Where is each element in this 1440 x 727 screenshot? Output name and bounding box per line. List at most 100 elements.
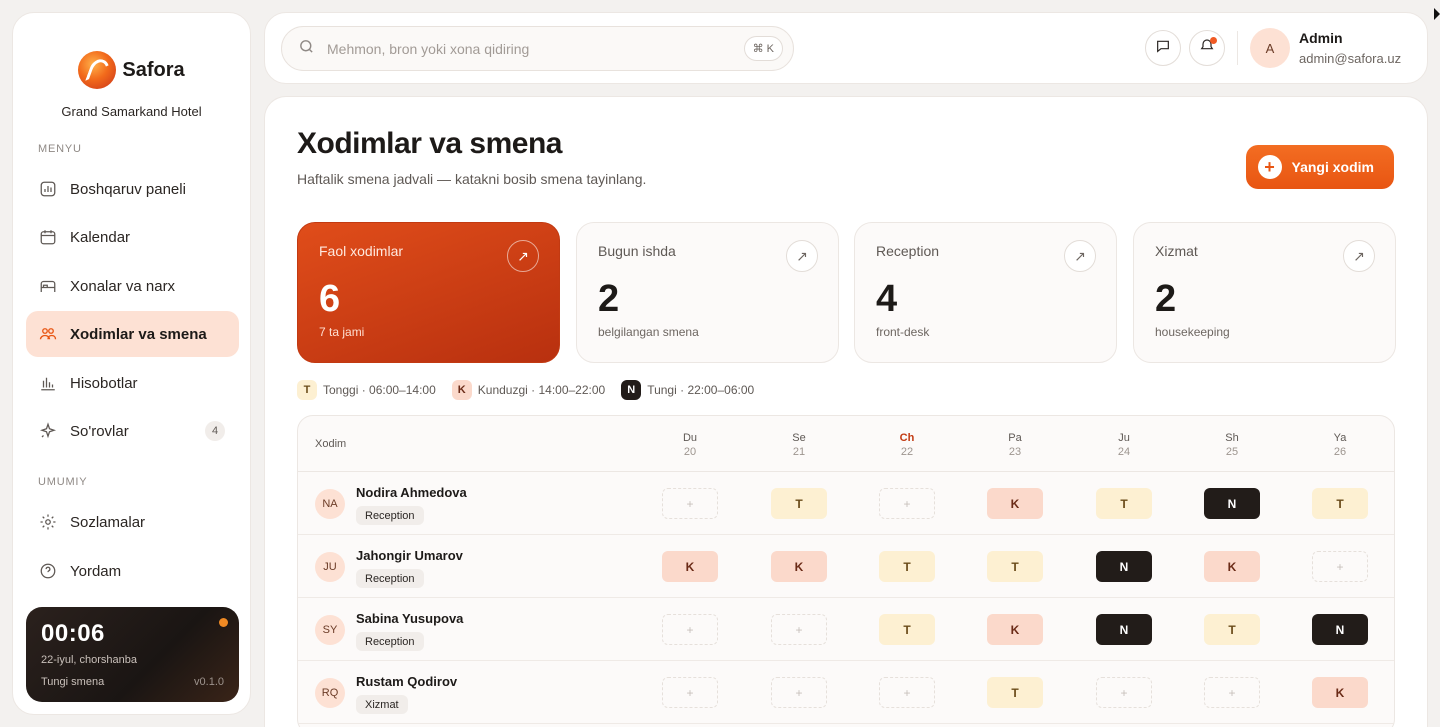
stat-note: housekeeping xyxy=(1155,325,1230,339)
shift-cell[interactable]: T xyxy=(1204,614,1260,645)
arrow-up-right-icon[interactable]: ↗ xyxy=(786,240,818,272)
shift-cell[interactable]: N xyxy=(1096,614,1152,645)
legend-item-morning: T Tonggi · 06:00–14:00 xyxy=(297,380,436,400)
staff-avatar: JU xyxy=(315,552,345,582)
shift-cell[interactable]: T xyxy=(987,551,1043,582)
column-header-day: Ya 26 xyxy=(1312,431,1368,459)
shift-cell[interactable]: T xyxy=(879,551,935,582)
arrow-up-right-icon[interactable]: ↗ xyxy=(507,240,539,272)
topbar: ⌘ K A Admin admin@safora.uz xyxy=(264,12,1428,84)
staff-avatar: RQ xyxy=(315,678,345,708)
stat-label: Xizmat xyxy=(1155,243,1198,259)
shift-cell[interactable]: K xyxy=(662,551,718,582)
staff-role-badge: Reception xyxy=(356,569,424,588)
shift-cell[interactable]: + xyxy=(771,614,827,645)
day-name: Se xyxy=(792,432,806,444)
shift-cell[interactable]: T xyxy=(987,677,1043,708)
shift-cell[interactable]: K xyxy=(1312,677,1368,708)
staff-avatar: NA xyxy=(315,489,345,519)
shift-cell[interactable]: T xyxy=(771,488,827,519)
sidebar: Safora Grand Samarkand Hotel MENYU Boshq… xyxy=(12,12,251,715)
notifications-button[interactable] xyxy=(1189,30,1225,66)
shift-legend: T Tonggi · 06:00–14:00 K Kunduzgi · 14:0… xyxy=(297,380,754,400)
clock-date: 22-iyul, chorshanba xyxy=(41,654,138,666)
shift-cell[interactable]: + xyxy=(879,488,935,519)
sidebar-item-staff[interactable]: Xodimlar va smena xyxy=(26,311,239,357)
legend-item-night: N Tungi · 22:00–06:00 xyxy=(621,380,754,400)
staff-name[interactable]: Rustam Qodirov xyxy=(356,674,457,689)
stat-note: belgilangan smena xyxy=(598,325,699,339)
shift-cell[interactable]: K xyxy=(1204,551,1260,582)
day-date: 22 xyxy=(900,446,914,458)
shift-cell[interactable]: T xyxy=(1312,488,1368,519)
table-row: RQ Rustam Qodirov Xizmat + + + T + + K xyxy=(298,661,1394,724)
sidebar-item-requests[interactable]: So'rovlar 4 xyxy=(26,408,239,454)
sidebar-item-help[interactable]: Yordam xyxy=(26,548,239,594)
user-avatar[interactable]: A xyxy=(1250,28,1290,68)
column-header-day: Sh 25 xyxy=(1204,431,1260,459)
day-name: Sh xyxy=(1225,432,1239,444)
brand[interactable]: Safora xyxy=(13,51,250,89)
general-section-label: UMUMIY xyxy=(38,476,88,488)
shift-cell[interactable]: + xyxy=(879,677,935,708)
sidebar-item-settings[interactable]: Sozlamalar xyxy=(26,499,239,545)
shift-cell[interactable]: + xyxy=(662,488,718,519)
safora-logo-icon xyxy=(78,51,117,89)
legend-chip: K xyxy=(451,380,472,400)
sidebar-item-calendar[interactable]: Kalendar xyxy=(26,214,239,260)
shift-cell[interactable]: T xyxy=(879,614,935,645)
shift-cell[interactable]: K xyxy=(771,551,827,582)
shift-cell[interactable]: + xyxy=(1312,551,1368,582)
add-staff-button[interactable]: + Yangi xodim xyxy=(1245,145,1394,189)
day-date: 21 xyxy=(792,446,806,458)
shift-cell[interactable]: T xyxy=(1096,488,1152,519)
arrow-up-right-icon[interactable]: ↗ xyxy=(1343,240,1375,272)
sidebar-item-label: Boshqaruv paneli xyxy=(70,180,186,198)
shift-cell[interactable]: K xyxy=(987,488,1043,519)
sidebar-item-dashboard[interactable]: Boshqaruv paneli xyxy=(26,166,239,212)
status-dot-icon xyxy=(219,618,228,627)
staff-name[interactable]: Nodira Ahmedova xyxy=(356,485,467,500)
sidebar-item-label: Hisobotlar xyxy=(70,374,138,392)
day-date: 25 xyxy=(1225,446,1239,458)
staff-name[interactable]: Sabina Yusupova xyxy=(356,611,463,626)
stat-value: 2 xyxy=(598,278,620,320)
shift-cell[interactable]: N xyxy=(1204,488,1260,519)
legend-text: Tonggi · 06:00–14:00 xyxy=(323,383,436,397)
staff-name[interactable]: Jahongir Umarov xyxy=(356,548,463,563)
hotel-name: Grand Samarkand Hotel xyxy=(61,104,202,119)
legend-item-day: K Kunduzgi · 14:00–22:00 xyxy=(451,380,605,400)
clock-time: 00:06 xyxy=(41,620,105,647)
day-name: Pa xyxy=(1008,432,1022,444)
search-shortcut-hint: ⌘ K xyxy=(743,36,783,61)
search-box[interactable]: ⌘ K xyxy=(281,26,794,71)
chat-icon xyxy=(1155,38,1171,59)
shift-cell[interactable]: N xyxy=(1312,614,1368,645)
user-name[interactable]: Admin xyxy=(1299,30,1343,46)
sidebar-item-reports[interactable]: Hisobotlar xyxy=(26,360,239,406)
stat-card-service[interactable]: Xizmat 2 housekeeping ↗ xyxy=(1133,222,1396,363)
search-input[interactable] xyxy=(327,40,727,57)
messages-button[interactable] xyxy=(1145,30,1181,66)
stat-value: 4 xyxy=(876,278,898,320)
shift-cell[interactable]: K xyxy=(987,614,1043,645)
stat-value: 6 xyxy=(319,278,341,320)
stat-card-working-today[interactable]: Bugun ishda 2 belgilangan smena ↗ xyxy=(576,222,839,363)
shift-cell[interactable]: + xyxy=(662,614,718,645)
shift-cell[interactable]: + xyxy=(771,677,827,708)
arrow-up-right-icon[interactable]: ↗ xyxy=(1064,240,1096,272)
sidebar-item-rooms[interactable]: Xonalar va narx xyxy=(26,263,239,309)
shift-cell[interactable]: N xyxy=(1096,551,1152,582)
shift-cell[interactable]: + xyxy=(1204,677,1260,708)
stat-label: Faol xodimlar xyxy=(319,243,404,259)
column-header-day: Pa 23 xyxy=(987,431,1043,459)
requests-count-badge: 4 xyxy=(205,421,225,441)
legend-chip: T xyxy=(297,380,317,400)
stat-card-active-staff[interactable]: Faol xodimlar 6 7 ta jami ↗ xyxy=(297,222,560,363)
column-header-day: Ju 24 xyxy=(1096,431,1152,459)
main-panel: Xodimlar va smena Haftalik smena jadvali… xyxy=(264,96,1428,727)
shift-cell[interactable]: + xyxy=(662,677,718,708)
stat-card-reception[interactable]: Reception 4 front-desk ↗ xyxy=(854,222,1117,363)
stat-note: front-desk xyxy=(876,325,930,339)
shift-cell[interactable]: + xyxy=(1096,677,1152,708)
